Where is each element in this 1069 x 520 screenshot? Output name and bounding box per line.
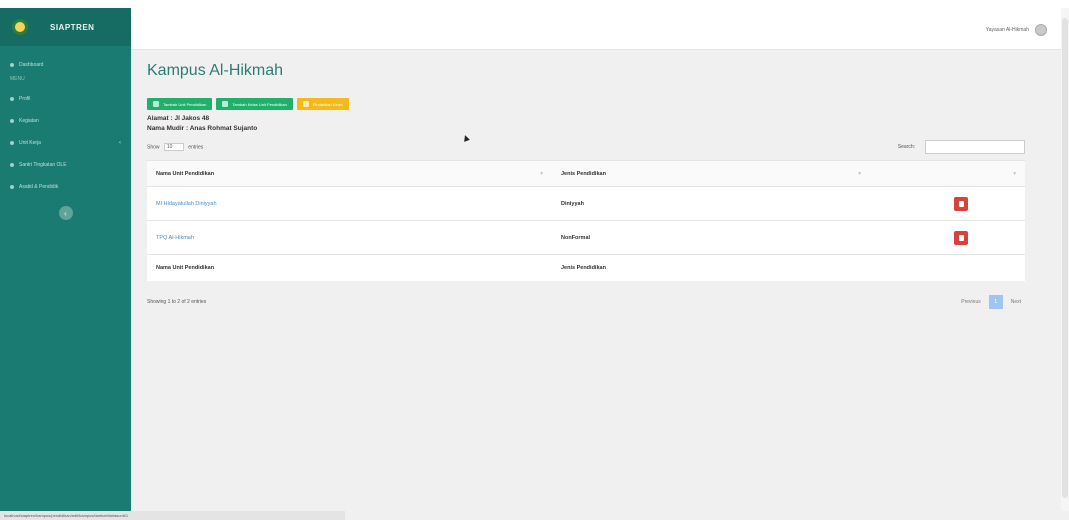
move-class-button[interactable]: Pindahkan Kelas bbox=[296, 98, 349, 110]
user-menu[interactable]: Yayasan Al-Hikmah bbox=[986, 24, 1047, 36]
sidebar-item-label: Kegiatan bbox=[19, 118, 39, 124]
table-controls: Show 10 entries Search: bbox=[147, 140, 1025, 154]
table-header-row: Nama Unit Pendidikan ▾ Jenis Pendidikan ▾ … bbox=[147, 160, 1025, 187]
sidebar-item-santri[interactable]: Santri Tingkatan OLE bbox=[0, 154, 131, 176]
action-cell bbox=[870, 220, 1025, 255]
show-label: Show bbox=[147, 144, 160, 151]
sidebar-toggle-button[interactable]: ‹ bbox=[58, 206, 73, 220]
add-icon bbox=[222, 101, 229, 107]
activity-icon bbox=[10, 119, 14, 123]
column-header-action[interactable]: ▾ bbox=[870, 160, 1025, 187]
sidebar-section-header: MENU bbox=[10, 76, 25, 82]
footer-jenis: Jenis Pendidikan bbox=[552, 254, 870, 281]
sidebar-item-profil[interactable]: Profil bbox=[0, 88, 131, 110]
delete-button[interactable] bbox=[954, 196, 968, 211]
next-page-button[interactable]: Next bbox=[1007, 299, 1025, 305]
sort-icon: ▾ bbox=[540, 170, 543, 177]
edit-icon bbox=[302, 101, 309, 107]
sidebar-item-label: Unit Kerja bbox=[19, 140, 41, 146]
button-label: Tambah Kelas Unit Pendidikan bbox=[232, 101, 287, 107]
scrollbar-thumb[interactable] bbox=[1062, 18, 1068, 498]
search-input[interactable] bbox=[925, 140, 1025, 154]
header-label: Jenis Pendidikan bbox=[561, 170, 606, 177]
add-unit-button[interactable]: Tambah Unit Pendidikan bbox=[147, 98, 213, 110]
campus-info: Alamat : Jl Jakos 48 Nama Mudir : Anas R… bbox=[147, 114, 1045, 134]
mudir-text: Nama Mudir : Anas Rohmat Sujanto bbox=[147, 125, 258, 132]
students-icon bbox=[10, 163, 14, 167]
sidebar-item-dashboard[interactable]: Dashboard bbox=[0, 54, 131, 76]
sidebar-item-label: Profil bbox=[19, 96, 31, 102]
unit-table: Nama Unit Pendidikan ▾ Jenis Pendidikan ▾ … bbox=[147, 160, 1025, 281]
table-row: MI Hidayatullah Diniyyah Diniyyah bbox=[147, 186, 1025, 221]
jenis-cell: Diniyyah bbox=[552, 186, 870, 221]
sort-icon: ▾ bbox=[858, 170, 861, 177]
sidebar-nav: Dashboard MENU Profil Kegiatan Unit Kerj… bbox=[0, 46, 131, 198]
sidebar-item-label: Asatid & Pendidik bbox=[19, 184, 59, 190]
action-buttons: Tambah Unit Pendidikan Tambah Kelas Unit… bbox=[147, 98, 1045, 110]
unit-icon bbox=[10, 141, 14, 145]
dashboard-icon bbox=[10, 63, 14, 67]
profile-icon bbox=[10, 97, 14, 101]
status-url: localhost/siaptren/kampus/pendidikan/edi… bbox=[0, 511, 345, 520]
add-icon bbox=[153, 101, 159, 107]
button-label: Tambah Unit Pendidikan bbox=[163, 101, 207, 107]
add-class-button[interactable]: Tambah Kelas Unit Pendidikan bbox=[216, 98, 293, 110]
chevron-left-icon: ‹ bbox=[119, 140, 121, 146]
pagination: Previous 1 Next bbox=[957, 294, 1025, 309]
entries-select[interactable]: 10 bbox=[163, 143, 184, 151]
sidebar-item-label: Dashboard bbox=[19, 62, 44, 68]
unit-link[interactable]: TPQ Al-Hikmah bbox=[147, 220, 552, 255]
table-search: Search: bbox=[898, 140, 1025, 154]
address-text: Alamat : Jl Jakos 48 bbox=[147, 115, 210, 122]
delete-button[interactable] bbox=[954, 230, 968, 245]
button-label: Pindahkan Kelas bbox=[312, 101, 343, 107]
user-name: Yayasan Al-Hikmah bbox=[985, 27, 1029, 33]
jenis-cell: NonFormal bbox=[552, 220, 870, 255]
footer-unit: Nama Unit Pendidikan bbox=[147, 254, 552, 281]
sidebar-item-unit-kerja[interactable]: Unit Kerja ‹ bbox=[0, 132, 131, 154]
sidebar-item-label: Santri Tingkatan OLE bbox=[19, 162, 67, 168]
column-header-jenis[interactable]: Jenis Pendidikan ▾ bbox=[552, 160, 870, 187]
main-content: Kampus Al-Hikmah Tambah Unit Pendidikan … bbox=[131, 50, 1061, 511]
sidebar-item-asatid[interactable]: Asatid & Pendidik bbox=[0, 176, 131, 198]
user-avatar-icon bbox=[1035, 24, 1047, 36]
topbar: Yayasan Al-Hikmah bbox=[131, 8, 1061, 50]
search-label: Search: bbox=[897, 144, 915, 150]
sidebar-brand[interactable]: SIAPTREN bbox=[0, 8, 131, 46]
brand-name: SIAPTREN bbox=[50, 22, 95, 32]
table-info: Showing 1 to 2 of 2 entries bbox=[147, 298, 207, 305]
unit-link[interactable]: MI Hidayatullah Diniyyah bbox=[147, 186, 552, 221]
sidebar-item-kegiatan[interactable]: Kegiatan bbox=[0, 110, 131, 132]
top-strip bbox=[0, 0, 1069, 8]
trash-icon bbox=[958, 200, 964, 207]
table-row: TPQ Al-Hikmah NonFormal bbox=[147, 220, 1025, 255]
brand-logo-icon bbox=[12, 19, 28, 35]
page-title: Kampus Al-Hikmah bbox=[147, 62, 284, 79]
column-header-unit[interactable]: Nama Unit Pendidikan ▾ bbox=[147, 160, 552, 187]
table-footer: Showing 1 to 2 of 2 entries Previous 1 N… bbox=[147, 294, 1025, 309]
entries-label: entries bbox=[188, 144, 204, 151]
page-scrollbar[interactable] bbox=[1061, 8, 1069, 511]
table-footer-row: Nama Unit Pendidikan Jenis Pendidikan bbox=[147, 254, 1025, 281]
action-cell bbox=[870, 186, 1025, 221]
trash-icon bbox=[958, 234, 964, 241]
teachers-icon bbox=[10, 185, 14, 189]
previous-page-button[interactable]: Previous bbox=[957, 299, 984, 305]
footer-action bbox=[870, 254, 1025, 281]
sidebar: SIAPTREN Dashboard MENU Profil Kegiatan … bbox=[0, 8, 131, 511]
page-1-button[interactable]: 1 bbox=[988, 294, 1003, 309]
entries-length: Show 10 entries bbox=[147, 143, 203, 151]
sort-icon: ▾ bbox=[1013, 170, 1016, 177]
header-label: Nama Unit Pendidikan bbox=[156, 170, 215, 177]
